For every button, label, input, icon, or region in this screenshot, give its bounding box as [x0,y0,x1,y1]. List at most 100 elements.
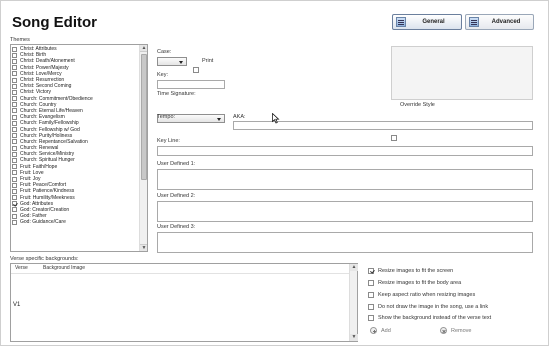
column-header-background-image[interactable]: Background Image [43,265,85,272]
key-input[interactable] [157,80,225,89]
option-checkbox[interactable] [368,268,374,274]
theme-label: Fruit: Peace/Comfort [20,182,67,189]
option-row[interactable]: Do not draw the image in the song, use a… [368,304,488,310]
theme-label: Christ: Love/Mercy [20,70,62,77]
themes-list[interactable]: Christ: Attributes Christ: Birth Christ: D… [10,44,148,252]
table-row-verse[interactable]: V1 [13,302,20,308]
theme-label: Church: Eternal Life/Heaven [20,107,83,114]
theme-label: Church: Commitment/Obedience [20,95,93,102]
theme-checkbox[interactable] [12,182,17,188]
user-defined-3-input[interactable] [157,232,533,253]
user-defined-1-label: User Defined 1: [157,161,196,167]
theme-checkbox[interactable] [12,213,17,219]
themes-label: Themes [10,37,30,43]
user-defined-1-input[interactable] [157,169,533,190]
option-checkbox[interactable] [368,280,374,286]
mouse-cursor-icon [272,113,280,124]
column-header-verse[interactable]: Verse [15,265,28,272]
theme-checkbox[interactable] [12,83,17,89]
remove-icon [440,327,447,334]
option-checkbox[interactable] [368,292,374,298]
option-checkbox[interactable] [368,304,374,310]
theme-checkbox[interactable] [12,71,17,77]
scroll-up-arrow-icon[interactable]: ▲ [140,45,147,52]
theme-label: Christ: Resurrection [20,77,65,84]
remove-label: Remove [451,327,472,334]
theme-checkbox[interactable] [12,170,17,176]
theme-checkbox[interactable] [12,65,17,71]
theme-checkbox[interactable] [12,114,17,120]
theme-checkbox[interactable] [12,207,17,213]
case-select[interactable] [157,57,187,66]
option-row[interactable]: Keep aspect ratio when resizing images [368,292,475,298]
key-line-input[interactable] [157,146,533,156]
theme-checkbox[interactable] [12,108,17,114]
user-defined-2-input[interactable] [157,201,533,222]
theme-label: Church: Service/Ministry [20,151,75,158]
themes-items: Christ: Attributes Christ: Birth Christ: D… [12,46,138,225]
remove-button[interactable]: Remove [440,327,471,334]
theme-checkbox[interactable] [12,151,17,157]
theme-label: Fruit: Faith/Hope [20,163,58,170]
add-button[interactable]: Add [370,327,391,334]
theme-label: Church: Purity/Holiness [20,132,73,139]
option-checkbox[interactable] [368,315,374,321]
theme-label: Church: Repentance/Salvation [20,138,88,145]
table-scrollbar[interactable]: ▲ ▼ [349,264,358,341]
theme-checkbox[interactable] [12,145,17,151]
key-label: Key: [157,72,169,78]
case-label: Case: [157,49,172,55]
theme-checkbox[interactable] [12,188,17,194]
themes-scrollbar[interactable]: ▲ ▼ [139,45,147,251]
theme-checkbox[interactable] [12,133,17,139]
theme-checkbox[interactable] [12,58,17,64]
theme-label: Fruit: Love [20,169,44,176]
theme-label: God: Attributes [20,200,54,207]
theme-label: Fruit: Patience/Kindness [20,188,75,195]
table-scroll-down-icon[interactable]: ▼ [350,334,358,341]
theme-label: Church: Renewal [20,145,59,152]
theme-checkbox[interactable] [12,139,17,145]
option-label: Resize images to fit the body area [378,280,462,286]
theme-label: Christ: Attributes [20,46,57,53]
option-row[interactable]: Show the background instead of the verse… [368,315,491,321]
verse-backgrounds-table[interactable]: Verse Background Image V1 ▲ ▼ [10,263,358,342]
option-row[interactable]: Resize images to fit the body area [368,280,461,286]
theme-checkbox[interactable] [12,77,17,83]
theme-checkbox[interactable] [12,201,17,207]
theme-item[interactable]: God: Guidance/Care [12,219,138,225]
theme-checkbox[interactable] [12,157,17,163]
theme-checkbox[interactable] [12,52,17,58]
print-checkbox[interactable] [193,67,199,73]
theme-checkbox[interactable] [12,89,17,95]
theme-checkbox[interactable] [12,102,17,108]
tab-general[interactable]: General [392,14,462,30]
theme-checkbox[interactable] [12,46,17,52]
theme-label: God: Guidance/Care [20,219,66,226]
print-label: Print [202,58,214,64]
verse-backgrounds-label: Verse specific backgrounds: [10,256,79,262]
time-signature-label: Time Signature: [157,91,196,97]
tab-advanced[interactable]: Advanced [465,14,534,30]
theme-label: Church: Evangelism [20,114,65,121]
theme-checkbox[interactable] [12,219,17,225]
theme-label: God: Creator/Creation [20,206,70,213]
theme-checkbox[interactable] [12,127,17,133]
window-title: Song Editor [12,14,97,31]
theme-label: Church: Family/Fellowship [20,120,79,127]
theme-label: Christ: Victory [20,89,52,96]
theme-checkbox[interactable] [12,120,17,126]
option-row[interactable]: Resize images to fit the screen [368,268,453,274]
theme-label: Christ: Death/Atonement [20,58,75,65]
theme-label: Christ: Power/Majesty [20,64,69,71]
override-style-checkbox[interactable] [391,135,397,141]
theme-checkbox[interactable] [12,176,17,182]
option-label: Keep aspect ratio when resizing images [378,292,476,298]
tab-advanced-label: Advanced [491,19,521,25]
theme-checkbox[interactable] [12,96,17,102]
theme-checkbox[interactable] [12,195,17,201]
theme-checkbox[interactable] [12,164,17,170]
scroll-thumb[interactable] [141,54,147,180]
table-scroll-up-icon[interactable]: ▲ [350,264,358,271]
scroll-down-arrow-icon[interactable]: ▼ [140,244,147,251]
